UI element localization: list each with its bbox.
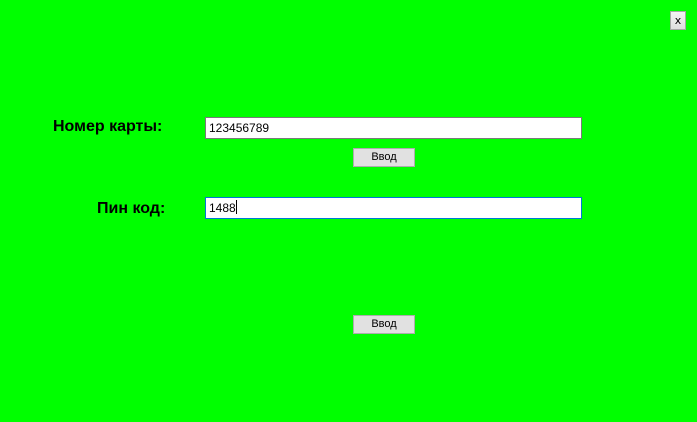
pin-code-label: Пин код: [97,200,166,217]
submit-button[interactable]: Ввод [353,315,415,334]
close-button[interactable]: x [670,11,686,30]
card-number-label: Номер карты: [53,118,163,135]
enter-card-button[interactable]: Ввод [353,148,415,167]
card-number-value: 123456789 [209,121,270,135]
card-number-field[interactable]: 123456789 [205,117,582,139]
pin-code-value: 1488 [209,201,236,215]
pin-code-field[interactable]: 1488 [205,197,582,219]
text-caret [235,200,237,214]
